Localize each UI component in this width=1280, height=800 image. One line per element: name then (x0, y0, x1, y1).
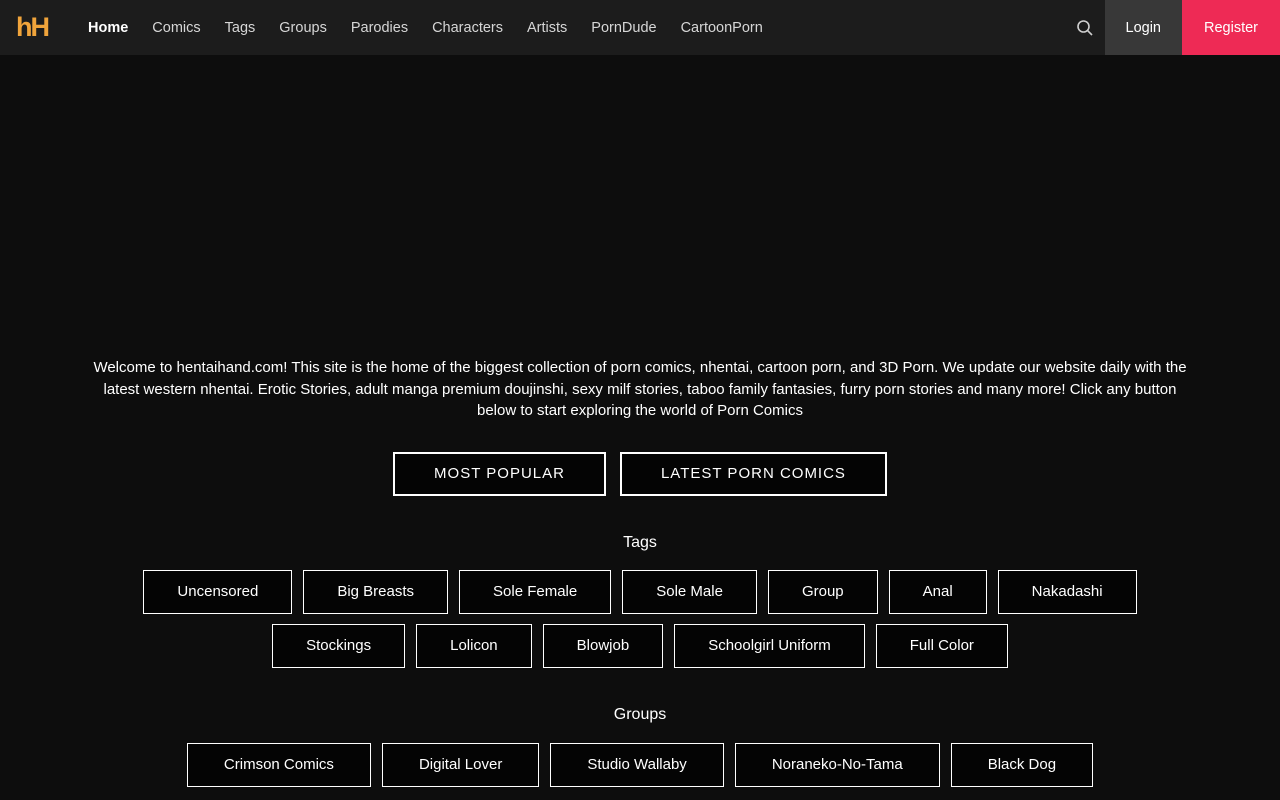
tags-row-1: Uncensored Big Breasts Sole Female Sole … (0, 569, 1280, 614)
groups-section-title: Groups (613, 705, 667, 723)
group-button-black-dog[interactable]: Black Dog (950, 742, 1094, 787)
main-nav: Home Comics Tags Groups Parodies Charact… (78, 20, 773, 36)
most-popular-button[interactable]: MOST POPULAR (393, 451, 606, 496)
welcome-text: Welcome to hentaihand.com! This site is … (93, 359, 1187, 419)
nav-item-comics[interactable]: Comics (142, 20, 210, 36)
nav-item-parodies[interactable]: Parodies (341, 20, 418, 36)
site-logo[interactable]: hH (16, 0, 50, 55)
tag-button-blowjob[interactable]: Blowjob (542, 623, 664, 668)
nav-item-artists[interactable]: Artists (517, 20, 577, 36)
login-button[interactable]: Login (1104, 0, 1182, 55)
tag-button-nakadashi[interactable]: Nakadashi (997, 569, 1137, 614)
tags-row-2: Stockings Lolicon Blowjob Schoolgirl Uni… (0, 623, 1280, 668)
tag-button-big-breasts[interactable]: Big Breasts (303, 569, 449, 614)
tags-section-title: Tags (623, 533, 657, 551)
tag-button-full-color[interactable]: Full Color (875, 623, 1008, 668)
magnifier-glyph (1076, 19, 1093, 36)
group-button-noraneko-no-tama[interactable]: Noraneko-No-Tama (734, 742, 940, 787)
tag-button-lolicon[interactable]: Lolicon (416, 623, 532, 668)
nav-item-porndude[interactable]: PornDude (581, 20, 666, 36)
tag-button-stockings[interactable]: Stockings (272, 623, 406, 668)
tag-button-anal[interactable]: Anal (888, 569, 987, 614)
tag-button-schoolgirl-uniform[interactable]: Schoolgirl Uniform (674, 623, 865, 668)
groups-row-1: Crimson Comics Digital Lover Studio Wall… (0, 742, 1280, 787)
latest-porn-comics-button[interactable]: LATEST PORN COMICS (619, 451, 887, 496)
search-icon[interactable] (1065, 0, 1105, 55)
primary-buttons-row: MOST POPULAR LATEST PORN COMICS (0, 451, 1280, 496)
nav-item-home[interactable]: Home (78, 20, 138, 36)
nav-item-tags[interactable]: Tags (215, 20, 266, 36)
tag-button-group[interactable]: Group (767, 569, 878, 614)
nav-item-characters[interactable]: Characters (422, 20, 513, 36)
nav-item-cartoonporn[interactable]: CartoonPorn (671, 20, 773, 36)
register-button[interactable]: Register (1182, 0, 1280, 55)
tag-button-sole-female[interactable]: Sole Female (459, 569, 612, 614)
group-button-crimson-comics[interactable]: Crimson Comics (186, 742, 371, 787)
navbar: hH Home Comics Tags Groups Parodies Char… (0, 0, 1280, 55)
tag-button-uncensored[interactable]: Uncensored (143, 569, 293, 614)
main-content: Welcome to hentaihand.com! This site is … (0, 357, 1280, 800)
nav-item-groups[interactable]: Groups (269, 20, 337, 36)
group-button-digital-lover[interactable]: Digital Lover (381, 742, 540, 787)
group-button-studio-wallaby[interactable]: Studio Wallaby (550, 742, 724, 787)
tag-button-sole-male[interactable]: Sole Male (622, 569, 757, 614)
